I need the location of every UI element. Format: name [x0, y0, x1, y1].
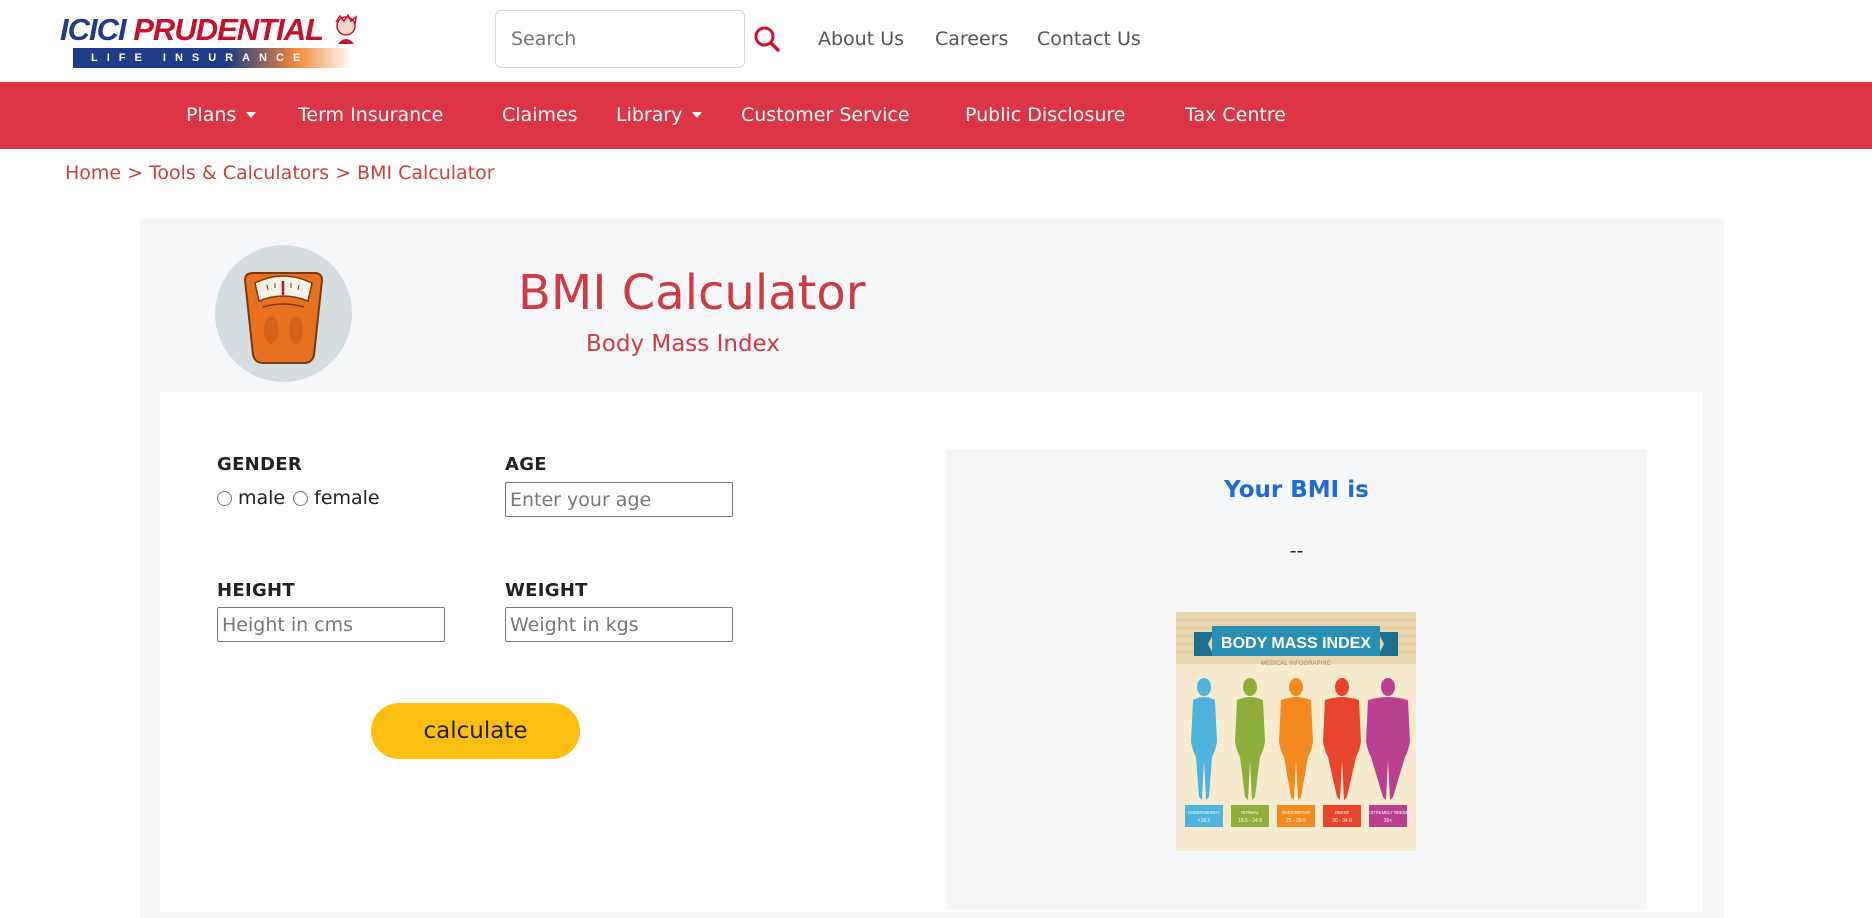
- bmi-category-name: EXTREMELY OBESE: [1368, 810, 1409, 815]
- bmi-category-range: <18.5: [1198, 818, 1211, 824]
- nav-item-term-insurance[interactable]: Term Insurance: [298, 103, 443, 127]
- careers-link[interactable]: Careers: [935, 28, 1008, 50]
- height-field[interactable]: [217, 607, 445, 642]
- logo-tagline: LIFE INSURANCE: [73, 48, 353, 68]
- age-field[interactable]: [505, 482, 733, 517]
- bmi-category-name: OVERWEIGHT: [1282, 810, 1311, 815]
- bmi-result-value: --: [1289, 540, 1304, 562]
- contact-us-link[interactable]: Contact Us: [1037, 28, 1141, 50]
- gender-male-radio[interactable]: [217, 490, 232, 506]
- age-label: AGE: [505, 454, 547, 475]
- height-label: HEIGHT: [217, 580, 295, 601]
- nav-item-plans-label: Plans: [186, 104, 237, 126]
- breadcrumb-tools-calculators[interactable]: Tools & Calculators: [149, 162, 329, 184]
- bmi-category-range: 30 - 34.9: [1332, 818, 1352, 824]
- gender-label: GENDER: [217, 454, 303, 475]
- logo-mascot-icon: [335, 14, 358, 44]
- gender-female-radio[interactable]: [293, 490, 309, 506]
- bmi-category-name: NORMAL: [1241, 810, 1260, 815]
- logo-brand-text: ICICI PRUDENTIAL: [60, 12, 324, 48]
- gender-male-label[interactable]: male: [238, 487, 285, 509]
- icici-prudential-logo[interactable]: ICICI PRUDENTIAL LIFE INSURANCE: [60, 12, 365, 70]
- logo-brand-prudential: PRUDENTIAL: [133, 12, 324, 47]
- chevron-down-icon: [246, 112, 257, 118]
- logo-brand-icici: ICICI: [60, 12, 127, 47]
- chevron-down-icon: [692, 112, 703, 118]
- about-us-link[interactable]: About Us: [818, 28, 904, 50]
- weight-field[interactable]: [505, 607, 733, 642]
- nav-item-claimes[interactable]: Claimes: [502, 103, 578, 127]
- page-title: BMI Calculator: [518, 265, 866, 321]
- calculate-button[interactable]: calculate: [371, 703, 580, 759]
- nav-item-public-disclosure[interactable]: Public Disclosure: [965, 103, 1125, 127]
- nav-item-tax-centre[interactable]: Tax Centre: [1185, 103, 1286, 127]
- bmi-category-range: 35<: [1384, 818, 1393, 824]
- page-subtitle: Body Mass Index: [586, 331, 780, 357]
- weighing-scale-icon: [215, 245, 352, 382]
- bmi-infographic-graphic: BODY MASS INDEX MEDICAL INFOGRAPHIC UNDE…: [1176, 612, 1416, 851]
- weight-label: WEIGHT: [505, 580, 588, 601]
- scale-icon-graphic: [243, 272, 324, 364]
- breadcrumb-home[interactable]: Home: [65, 162, 121, 184]
- bmi-category-range: 25 - 29.9: [1286, 818, 1306, 824]
- bmi-category-range: 18.5 - 24.9: [1238, 818, 1262, 824]
- top-header: ICICI PRUDENTIAL LIFE INSURANCE About Us…: [0, 0, 1872, 82]
- search-icon[interactable]: [752, 24, 782, 54]
- infographic-title: BODY MASS INDEX: [1221, 635, 1371, 652]
- main-nav: Plans Term Insurance Claimes Library Cus…: [0, 82, 1872, 149]
- breadcrumb-bmi-calculator[interactable]: BMI Calculator: [357, 162, 495, 184]
- nav-item-plans[interactable]: Plans: [186, 103, 257, 127]
- bmi-infographic-image: BODY MASS INDEX MEDICAL INFOGRAPHIC UNDE…: [1176, 612, 1416, 851]
- gender-female-label[interactable]: female: [314, 487, 380, 509]
- search-input[interactable]: [495, 10, 745, 68]
- breadcrumb-separator: >: [127, 162, 144, 184]
- breadcrumb: Home > Tools & Calculators > BMI Calculator: [65, 162, 495, 184]
- bmi-category-name: UNDERWEIGHT: [1188, 810, 1220, 815]
- nav-item-customer-service[interactable]: Customer Service: [741, 103, 910, 127]
- result-title: Your BMI is: [1224, 477, 1369, 503]
- breadcrumb-separator: >: [335, 162, 352, 184]
- bmi-category-name: OBESE: [1335, 810, 1350, 815]
- infographic-subtitle: MEDICAL INFOGRAPHIC: [1261, 661, 1331, 667]
- nav-item-library[interactable]: Library: [616, 103, 703, 127]
- nav-item-library-label: Library: [616, 104, 683, 126]
- gender-radio-group: male female: [217, 487, 388, 509]
